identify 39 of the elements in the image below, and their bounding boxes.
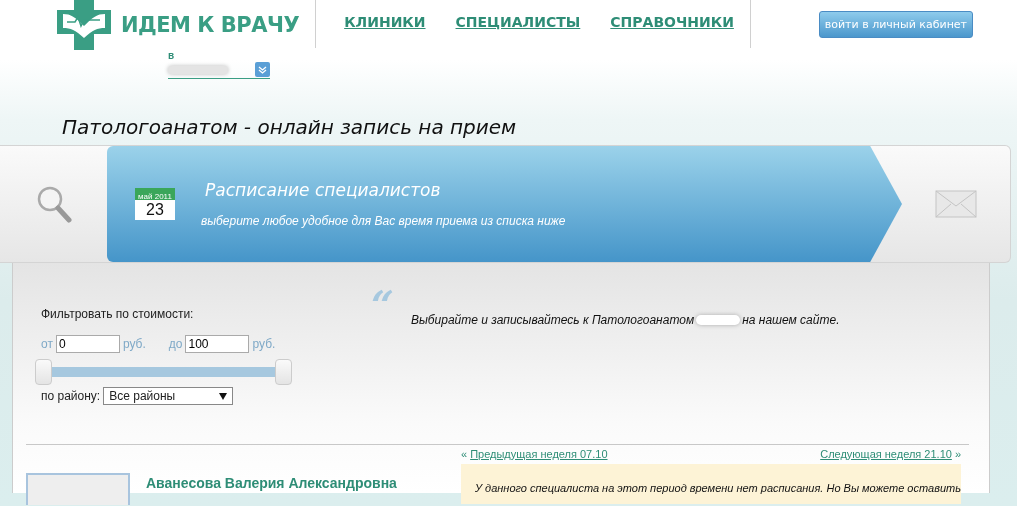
dropdown-arrow-icon xyxy=(219,392,228,400)
filter-label: Фильтровать по стоимости: xyxy=(41,307,195,321)
medical-cross-logo-icon xyxy=(57,0,111,50)
next-arrow: » xyxy=(954,447,961,460)
nav-link[interactable]: СПРАВОЧНИКИ xyxy=(610,14,734,30)
page-title: Патологоанатом - онлайн запись на прием xyxy=(62,115,518,141)
price-from-field[interactable]: 0 xyxy=(55,335,120,353)
redacted-text-blur xyxy=(168,65,228,74)
banner-title: Расписание специалистов xyxy=(205,180,442,200)
city-label: в xyxy=(168,50,176,61)
price-to-field[interactable]: 100 xyxy=(185,335,250,353)
prev-arrow: « xyxy=(461,447,468,460)
search-icon[interactable] xyxy=(35,185,72,223)
slider-handle[interactable] xyxy=(275,359,292,385)
nav-link[interactable]: СПЕЦИАЛИСТЫ xyxy=(455,14,581,30)
calendar-icon: май 2011 23 xyxy=(135,188,175,220)
district-label: по району: xyxy=(41,389,101,403)
redacted-text-blur xyxy=(696,315,741,325)
login-button[interactable]: войти в личный кабинет xyxy=(818,11,973,38)
to-label: до xyxy=(168,337,183,351)
banner-subtitle: выберите любое удобное для Вас время приема из списка ниже xyxy=(201,214,566,228)
intro-text: на нашем сайте. xyxy=(742,313,840,327)
currency-label: руб. xyxy=(122,337,146,351)
from-label: от xyxy=(41,337,53,351)
district-dropdown[interactable]: Все районы xyxy=(103,387,234,405)
quote-mark: “ xyxy=(371,285,395,313)
city-dropdown[interactable] xyxy=(168,61,270,79)
dropdown-chevron-icon xyxy=(255,62,270,77)
doctor-name[interactable]: Аванесова Валерия Александровна xyxy=(146,475,397,491)
slider-handle[interactable] xyxy=(35,359,52,385)
currency-label: руб. xyxy=(252,337,276,351)
previous-week-link[interactable]: Предыдущая неделя 07.10 xyxy=(470,447,608,460)
intro-text: Выбирайте и записывайтесь к Патологоанатом xyxy=(411,313,695,327)
notice-text: У данного специалиста на этот период времени нет расписания. Но Вы можете оставить xyxy=(475,482,961,494)
nav-link[interactable]: КЛИНИКИ xyxy=(344,14,426,30)
next-week-link[interactable]: Следующая неделя 21.10 xyxy=(820,447,952,460)
envelope-icon[interactable] xyxy=(935,190,977,218)
logo-text: ИДЕМ К ВРАЧУ xyxy=(121,13,300,37)
price-range-slider[interactable] xyxy=(35,359,291,385)
